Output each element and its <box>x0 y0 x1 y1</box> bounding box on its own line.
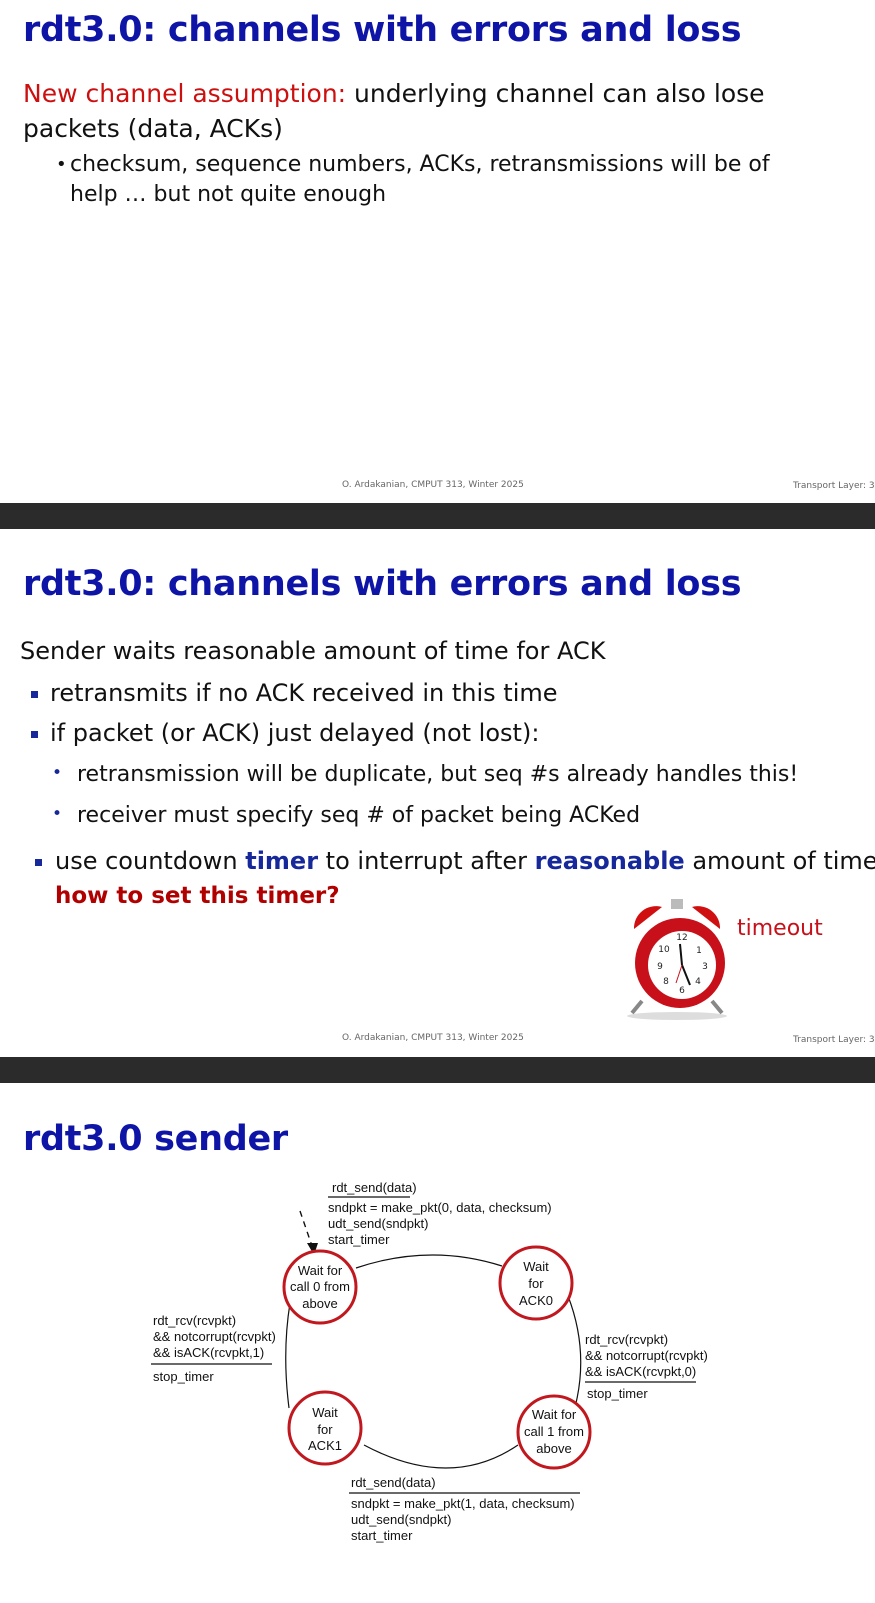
bullet-square-icon <box>35 859 42 866</box>
alarm-clock-icon: 12 13 468 9 10 <box>627 899 727 1020</box>
transition-action: udt_send(sndpkt) <box>351 1512 451 1527</box>
transition-action: sndpkt = make_pkt(1, data, checksum) <box>351 1496 575 1511</box>
bullet-delayed: if packet (or ACK) just delayed (not los… <box>50 719 540 747</box>
transition-action: sndpkt = make_pkt(0, data, checksum) <box>328 1200 552 1215</box>
transition-arc-left <box>285 1302 291 1409</box>
timer-keyword: timer <box>245 847 319 875</box>
lead-assumption-label: New channel assumption: <box>23 79 347 108</box>
bullet-dot-icon: • <box>52 804 63 824</box>
transition-event: && isACK(rcvpkt,1) <box>153 1345 264 1360</box>
slide-1: rdt3.0: channels with errors and loss Ne… <box>0 0 875 503</box>
bullet-retransmit: retransmits if no ACK received in this t… <box>50 679 558 707</box>
state-label: above <box>536 1441 571 1456</box>
slide-2: rdt3.0: channels with errors and loss Se… <box>0 529 875 1057</box>
transition-action: start_timer <box>351 1528 413 1543</box>
transition-action: stop_timer <box>587 1386 648 1401</box>
state-label: for <box>528 1276 544 1291</box>
bullet-dot-icon: • <box>56 154 67 175</box>
timer-text-b: to interrupt after <box>318 847 535 875</box>
svg-text:1: 1 <box>696 946 702 956</box>
state-label: call 1 from <box>524 1424 584 1439</box>
intro-text: Sender waits reasonable amount of time f… <box>20 637 606 665</box>
svg-text:10: 10 <box>658 945 670 955</box>
state-label: above <box>302 1296 337 1311</box>
state-label: Wait <box>523 1259 549 1274</box>
transition-arc-top <box>355 1254 503 1269</box>
transition-action: udt_send(sndpkt) <box>328 1216 428 1231</box>
svg-text:6: 6 <box>679 986 685 996</box>
state-label: for <box>317 1422 333 1437</box>
state-label: ACK0 <box>519 1293 553 1308</box>
lead-text: New channel assumption: underlying chann… <box>23 76 813 146</box>
slide-footer-center: O. Ardakanian, CMPUT 313, Winter 2025 <box>342 1033 524 1043</box>
slide-divider <box>0 1057 875 1083</box>
svg-text:4: 4 <box>695 977 701 987</box>
svg-text:9: 9 <box>657 962 663 972</box>
reasonable-keyword: reasonable <box>534 847 685 875</box>
slide-3: rdt3.0 sender Wait for call 0 from above… <box>0 1083 875 1603</box>
transition-arc-right <box>567 1295 582 1412</box>
slide-title: rdt3.0: channels with errors and loss <box>23 10 742 50</box>
state-label: Wait <box>312 1405 338 1420</box>
timer-text-a: use countdown <box>55 847 246 875</box>
transition-event: rdt_send(data) <box>332 1180 417 1195</box>
slide-title: rdt3.0: channels with errors and loss <box>23 564 742 604</box>
transition-event: rdt_send(data) <box>351 1475 436 1490</box>
timer-text-c: amount of time <box>684 847 875 875</box>
svg-text:8: 8 <box>663 977 669 987</box>
svg-text:3: 3 <box>702 962 708 972</box>
state-label: Wait for <box>532 1407 577 1422</box>
slide-divider <box>0 503 875 529</box>
transition-event: && notcorrupt(rcvpkt) <box>585 1348 708 1363</box>
state-label: ACK1 <box>308 1438 342 1453</box>
state-label: Wait for <box>298 1263 343 1278</box>
slide-footer-right: Transport Layer: 3- <box>793 1035 875 1045</box>
transition-arc-bottom <box>363 1444 519 1469</box>
bullet-square-icon <box>31 691 38 698</box>
bullet-timer: use countdown timer to interrupt after r… <box>55 847 875 875</box>
transition-event: && notcorrupt(rcvpkt) <box>153 1329 276 1344</box>
slide-footer-right: Transport Layer: 3- <box>793 481 875 491</box>
timer-question: how to set this timer? <box>55 883 340 909</box>
transition-action: start_timer <box>328 1232 390 1247</box>
bullet-text: checksum, sequence numbers, ACKs, retran… <box>70 152 770 207</box>
svg-text:12: 12 <box>676 933 687 943</box>
state-label: call 0 from <box>290 1279 350 1294</box>
bullet-square-icon <box>31 731 38 738</box>
transition-event: && isACK(rcvpkt,0) <box>585 1364 696 1379</box>
transition-action: stop_timer <box>153 1369 214 1384</box>
transition-event: rdt_rcv(rcvpkt) <box>585 1332 668 1347</box>
transition-event: rdt_rcv(rcvpkt) <box>153 1313 236 1328</box>
sub-bullet-duplicate: retransmission will be duplicate, but se… <box>77 762 799 787</box>
fsm-diagram: Wait for call 0 from above Wait for ACK0… <box>151 1180 708 1543</box>
sub-bullet-seq: receiver must specify seq # of packet be… <box>77 803 641 828</box>
initial-arrow <box>299 1210 313 1247</box>
slide-footer-center: O. Ardakanian, CMPUT 313, Winter 2025 <box>342 480 524 490</box>
bullet-item: • checksum, sequence numbers, ACKs, retr… <box>56 150 816 210</box>
bullet-dot-icon: • <box>52 763 63 783</box>
timeout-label: timeout <box>737 916 823 941</box>
